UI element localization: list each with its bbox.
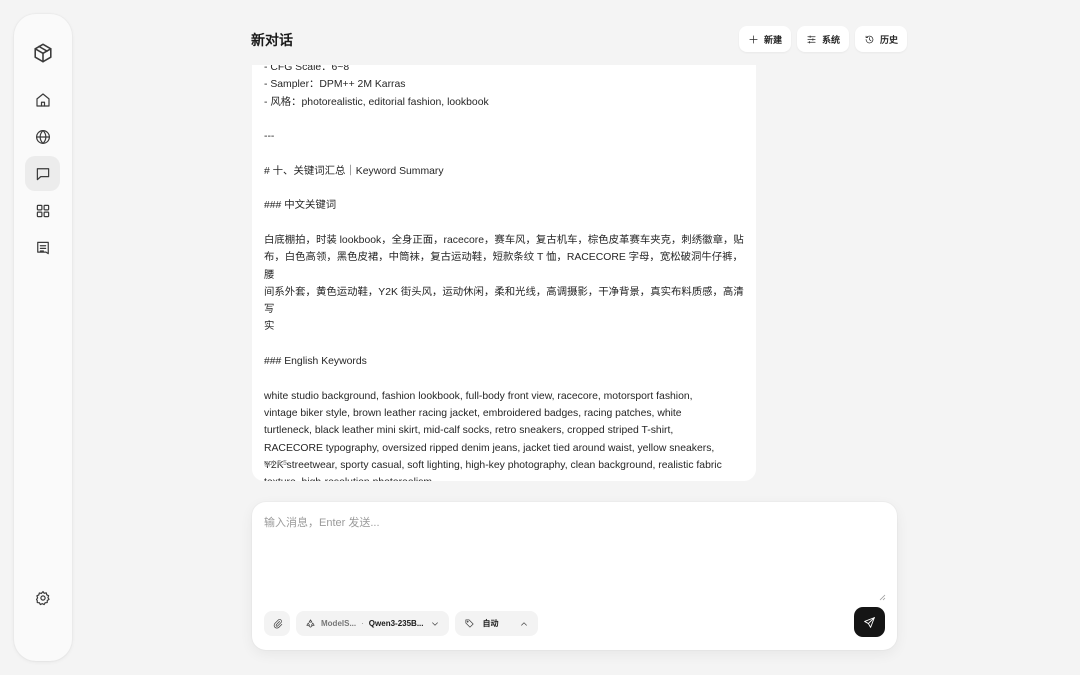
message-line: Y2K streetwear, sporty casual, soft ligh… (264, 459, 722, 471)
model-provider-icon (306, 619, 315, 628)
composer: ModelS... · Qwen3-235B... 自动 (252, 502, 897, 650)
message-line: # 十、关键词汇总｜Keyword Summary (264, 165, 444, 177)
model-tag: gpt-5.5 (264, 460, 287, 467)
message-line: ### 中文关键词 (264, 200, 337, 212)
new-chat-label: 新建 (764, 34, 783, 45)
globe-icon[interactable] (25, 119, 60, 154)
history-icon (865, 35, 874, 43)
page-title: 新对话 (251, 32, 293, 48)
message-line (264, 215, 744, 232)
message-line: 布，白色高领，黑色皮裙，中筒袜，复古运动鞋，短款条纹 T 恤，RACECORE … (264, 252, 743, 281)
message-line: 间系外套，黄色运动鞋，Y2K 街头风，运动休闲，柔和光线，高调摄影，干净背景，真… (264, 286, 744, 316)
grid-icon[interactable] (25, 193, 60, 228)
header-actions: 新建 系统 历史 (739, 26, 908, 52)
sidebar (14, 14, 72, 661)
message-content: - CFG Scale：6~8- Sampler：DPM++ 2M Karras… (264, 59, 744, 481)
home-icon[interactable] (25, 82, 60, 117)
mode-selector[interactable]: 自动 (455, 611, 539, 636)
message-line (264, 180, 744, 197)
mode-label: 自动 (482, 619, 499, 628)
resize-grip-icon[interactable] (878, 593, 886, 601)
message-line: texture, high-resolution photorealism (264, 474, 744, 481)
model-provider-label: ModelS... (321, 619, 357, 628)
history-label: 历史 (880, 34, 899, 45)
system-label: 系统 (822, 34, 841, 45)
message-line: 白底棚拍，时装 lookbook，全身正面，racecore，赛车风，复古机车，… (264, 234, 744, 246)
chevron-down-icon (432, 621, 439, 626)
system-button[interactable]: 系统 (797, 26, 850, 52)
chat-icon[interactable] (25, 156, 60, 191)
message-line: 实 (264, 321, 275, 333)
message-line: white studio background, fashion lookboo… (264, 390, 693, 402)
message-line (264, 111, 744, 128)
message-line: turtleneck, black leather mini skirt, mi… (264, 425, 674, 437)
tag-icon (465, 619, 475, 628)
message-line (264, 145, 744, 162)
gear-icon[interactable] (25, 580, 60, 615)
model-name-label: Qwen3-235B... (368, 619, 424, 628)
message-line: ### English Keywords (264, 356, 367, 368)
notes-icon[interactable] (25, 230, 60, 265)
paperclip-icon (273, 619, 282, 629)
assistant-message: - CFG Scale：6~8- Sampler：DPM++ 2M Karras… (252, 55, 756, 481)
new-chat-button[interactable]: 新建 (739, 26, 792, 52)
send-icon (864, 616, 875, 628)
message-line: - Sampler：DPM++ 2M Karras (264, 79, 406, 91)
message-line (264, 370, 744, 387)
cube-logo-icon[interactable] (25, 35, 60, 70)
message-input[interactable] (264, 514, 885, 602)
message-line: --- (264, 131, 275, 143)
message-line: RACECORE typography, oversized ripped de… (264, 442, 715, 454)
attach-button[interactable] (264, 611, 290, 636)
history-button[interactable]: 历史 (855, 26, 908, 52)
sliders-icon (807, 34, 816, 44)
chevron-up-icon (521, 621, 528, 626)
plus-icon (749, 34, 758, 44)
message-line: vintage biker style, brown leather racin… (264, 407, 682, 419)
send-button[interactable] (854, 607, 885, 637)
model-separator: · (361, 619, 364, 628)
message-line (264, 336, 744, 353)
model-selector[interactable]: ModelS... · Qwen3-235B... (296, 611, 450, 636)
composer-toolbar: ModelS... · Qwen3-235B... 自动 (264, 611, 539, 636)
message-line: - 风格：photorealistic, editorial fashion, … (264, 96, 489, 108)
